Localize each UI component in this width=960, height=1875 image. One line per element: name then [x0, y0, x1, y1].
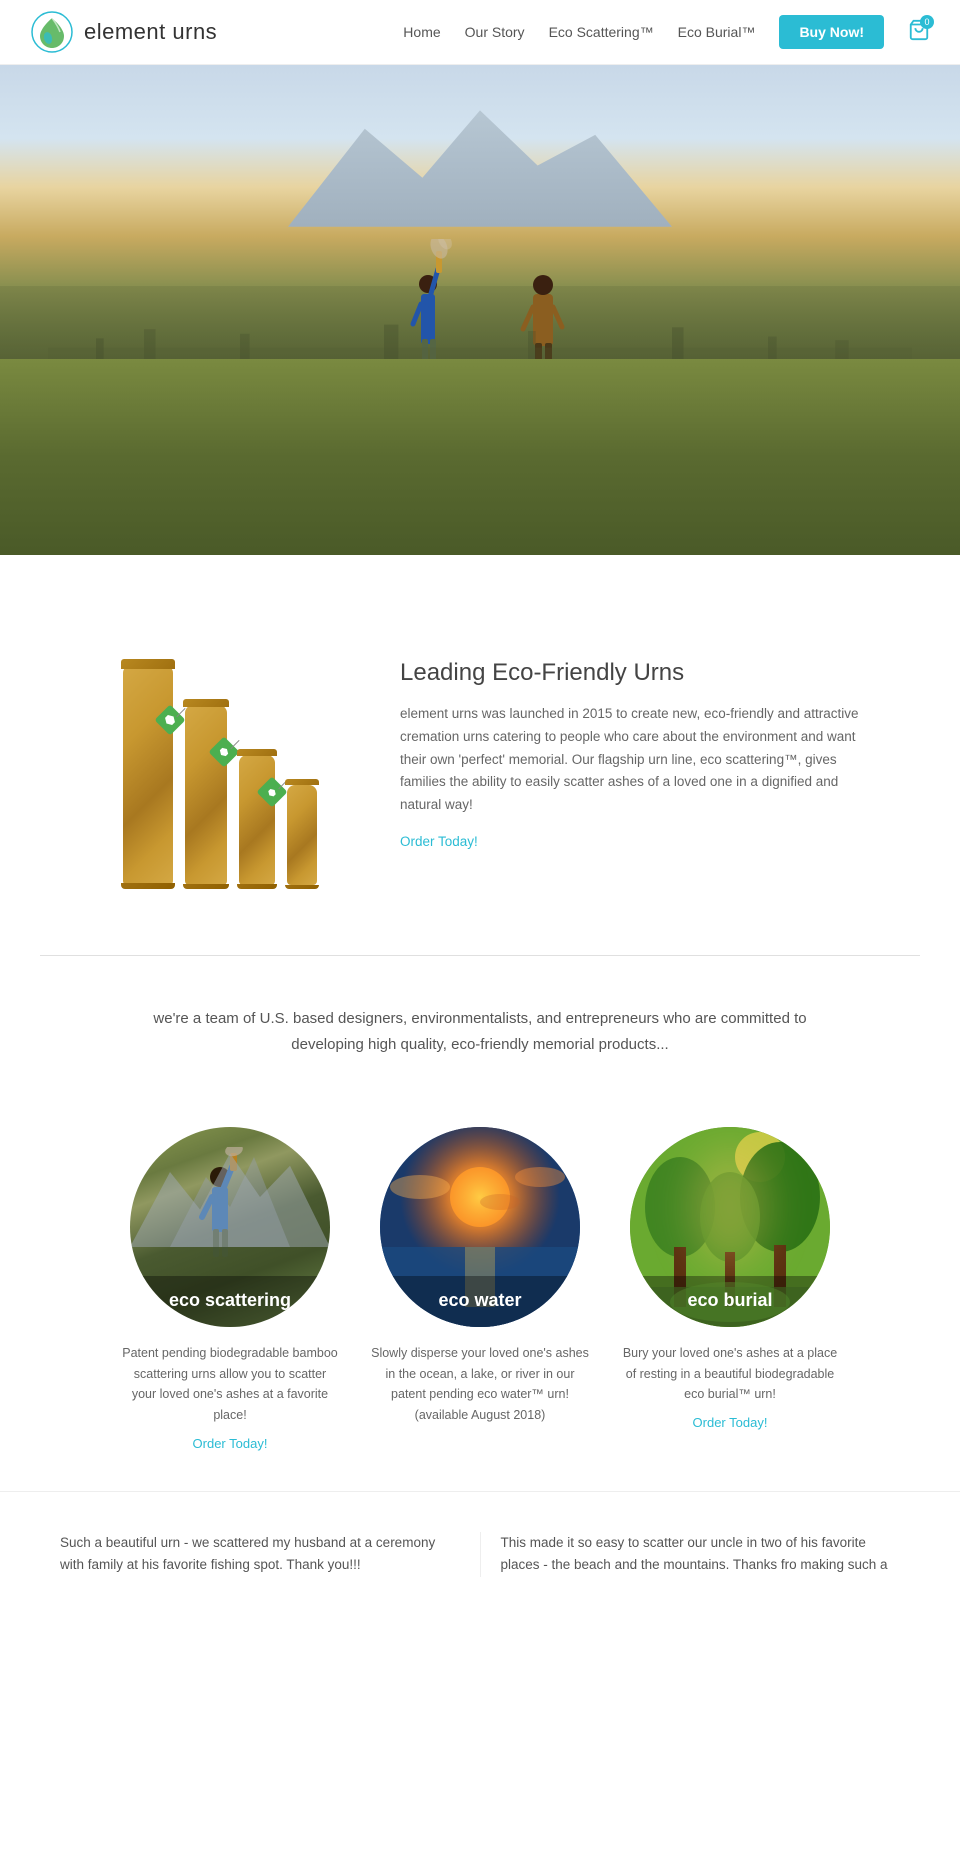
logo-text: element urns [84, 19, 217, 45]
urn-medium [185, 705, 227, 885]
scatter-bg-icon [130, 1147, 330, 1247]
urns-content: Leading Eco-Friendly Urns element urns w… [400, 659, 880, 852]
cart-button[interactable]: 0 [908, 19, 930, 46]
urn-tag-2 [208, 736, 239, 767]
urn-tag-3 [256, 776, 287, 807]
urn-tiny [287, 785, 317, 885]
eco-water-desc: Slowly disperse your loved one's ashes i… [370, 1343, 590, 1426]
urns-product-image [80, 615, 360, 895]
hero-section [0, 65, 960, 555]
urn-illustration [123, 625, 317, 885]
eco-burial-label: eco burial [630, 1276, 830, 1327]
eco-scattering-item: eco scattering Patent pending biodegrada… [120, 1127, 340, 1451]
cart-count: 0 [920, 15, 934, 29]
eco-scattering-label: eco scattering [130, 1276, 330, 1327]
urn-tag-1 [154, 704, 185, 735]
testimonial-2-text: This made it so easy to scatter our uncl… [501, 1532, 901, 1578]
site-header: element urns Home Our Story Eco Scatteri… [0, 0, 960, 65]
eco-burial-item: eco burial Bury your loved one's ashes a… [620, 1127, 840, 1451]
urns-order-link[interactable]: Order Today! [400, 834, 478, 849]
eco-scattering-image: eco scattering [130, 1127, 330, 1327]
urns-section-title: Leading Eco-Friendly Urns [400, 659, 880, 687]
eco-water-item: eco water Slowly disperse your loved one… [370, 1127, 590, 1451]
person2-silhouette [518, 249, 568, 379]
testimonials-section: Such a beautiful urn - we scattered my h… [0, 1491, 960, 1598]
eco-water-image: eco water [380, 1127, 580, 1327]
testimonial-2: This made it so easy to scatter our uncl… [481, 1532, 921, 1578]
testimonial-1-text: Such a beautiful urn - we scattered my h… [60, 1532, 460, 1578]
eco-scattering-link[interactable]: Order Today! [193, 1436, 268, 1451]
buy-now-button[interactable]: Buy Now! [779, 15, 884, 49]
team-tagline: we're a team of U.S. based designers, en… [130, 1006, 830, 1057]
eco-burial-image: eco burial [630, 1127, 830, 1327]
nav-eco-scattering[interactable]: Eco Scattering™ [549, 24, 654, 40]
logo[interactable]: element urns [30, 10, 217, 54]
product-circles-row: eco scattering Patent pending biodegrada… [0, 1127, 960, 1491]
team-section: we're a team of U.S. based designers, en… [0, 956, 960, 1127]
hero-image [0, 65, 960, 555]
nav-home[interactable]: Home [403, 24, 440, 40]
eco-burial-desc: Bury your loved one's ashes at a place o… [620, 1343, 840, 1405]
urn-tall [123, 665, 173, 885]
nav-eco-burial[interactable]: Eco Burial™ [678, 24, 756, 40]
eco-scattering-desc: Patent pending biodegradable bamboo scat… [120, 1343, 340, 1426]
nav-our-story[interactable]: Our Story [465, 24, 525, 40]
logo-icon [30, 10, 74, 54]
eco-water-label: eco water [380, 1276, 580, 1327]
testimonial-1: Such a beautiful urn - we scattered my h… [40, 1532, 481, 1578]
main-nav: Home Our Story Eco Scattering™ Eco Buria… [403, 15, 930, 49]
urn-short [239, 755, 275, 885]
eco-burial-link[interactable]: Order Today! [693, 1415, 768, 1430]
city-skyline [48, 320, 912, 394]
urns-section: Leading Eco-Friendly Urns element urns w… [0, 555, 960, 955]
urns-section-body: element urns was launched in 2015 to cre… [400, 703, 880, 818]
